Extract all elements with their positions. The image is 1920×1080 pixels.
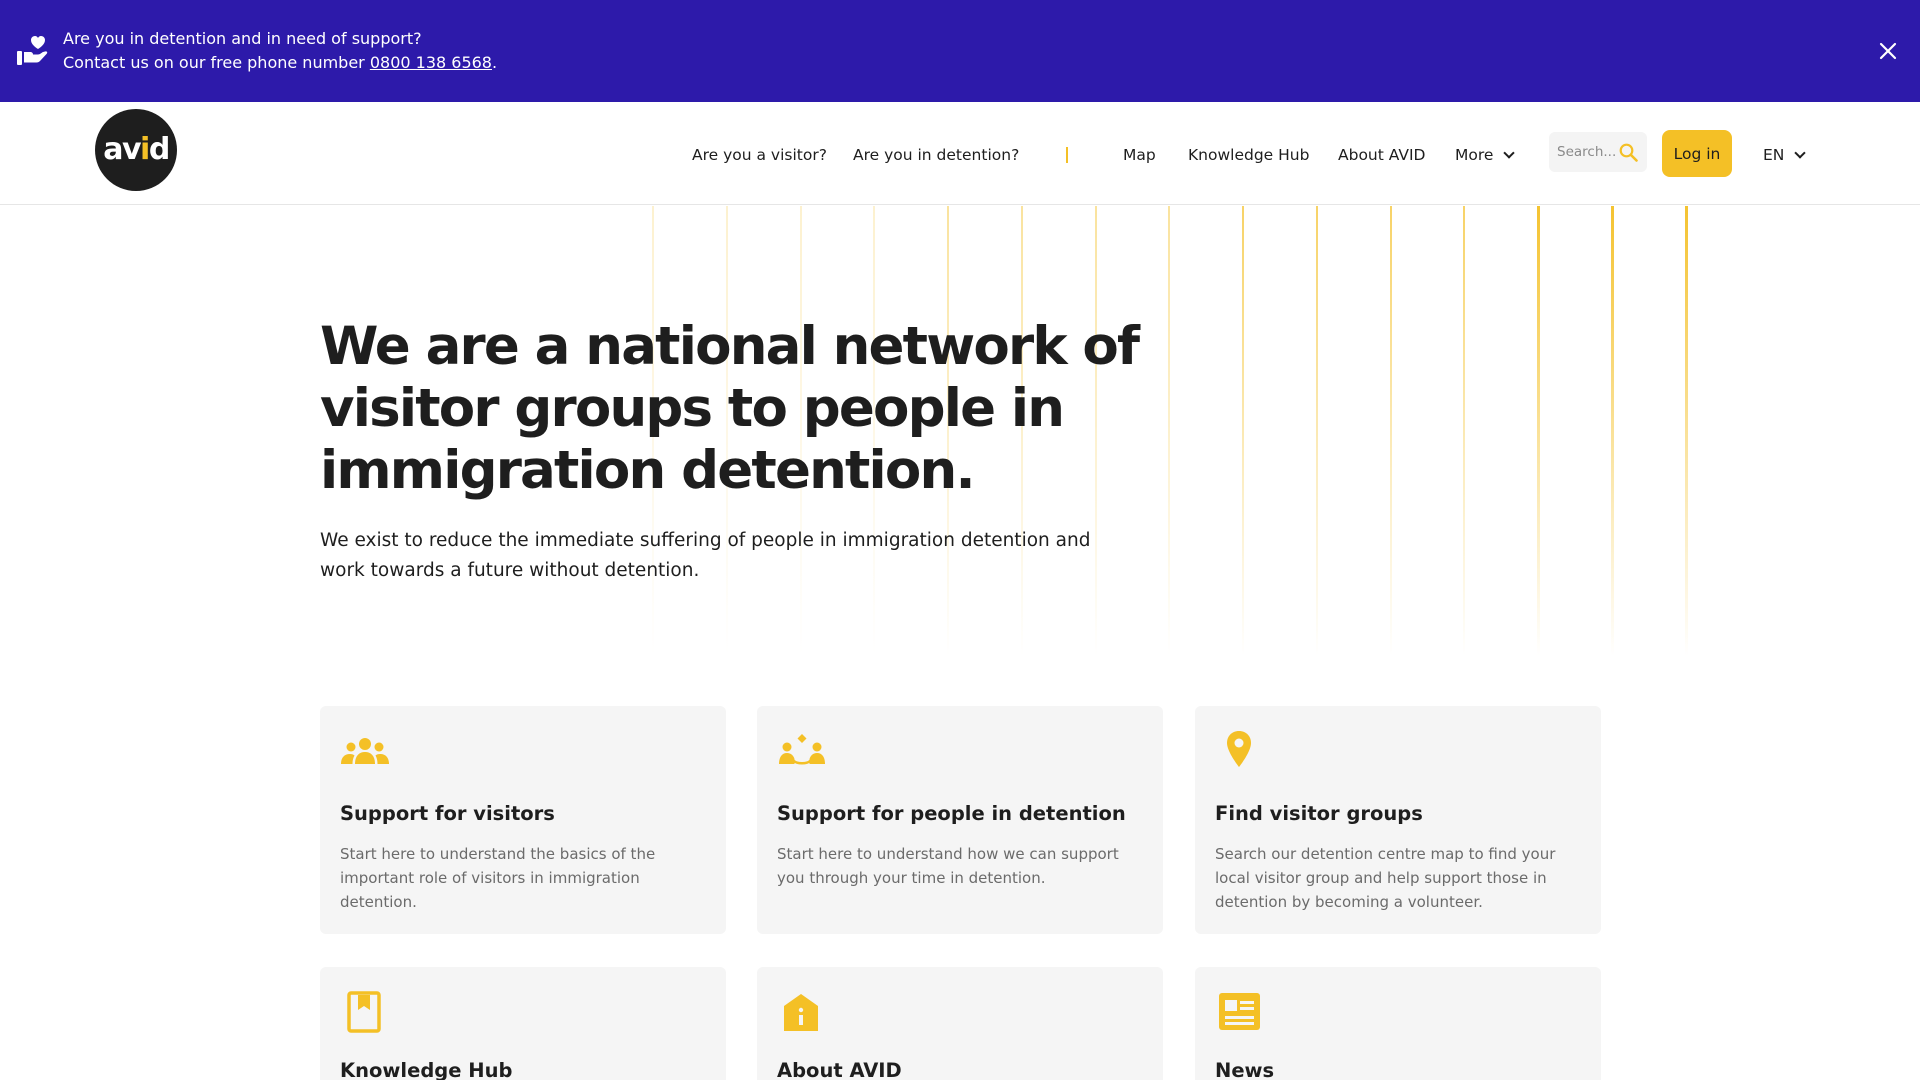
language-label: EN xyxy=(1763,146,1785,164)
chevron-down-icon xyxy=(1503,147,1516,159)
nav-detention[interactable]: Are you in detention? xyxy=(853,143,1019,167)
info-house-icon xyxy=(784,994,818,1031)
card-description: Start here to understand how we can supp… xyxy=(777,845,1119,887)
search-box[interactable] xyxy=(1549,132,1647,172)
hero-subtitle: We exist to reduce the immediate sufferi… xyxy=(320,530,1091,581)
card-title: Support for people in detention xyxy=(777,802,1126,825)
card-support-for-visitors[interactable]: Support for visitors Start here to under… xyxy=(320,706,726,934)
language-selector[interactable]: EN xyxy=(1763,143,1807,167)
card-find-visitor-groups[interactable]: Find visitor groups Search our detention… xyxy=(1195,706,1601,934)
logo-text-end: d xyxy=(148,132,170,167)
card-about-avid[interactable]: About AVID xyxy=(757,967,1163,1080)
map-pin-icon xyxy=(1227,731,1251,767)
newspaper-icon xyxy=(1219,993,1260,1030)
banner-message: Are you in detention and in need of supp… xyxy=(63,27,497,75)
phone-number-link[interactable]: 0800 138 6568 xyxy=(370,53,492,72)
logo-text-start: av xyxy=(103,132,141,167)
close-icon[interactable] xyxy=(1877,40,1899,62)
nav-about-avid[interactable]: About AVID xyxy=(1338,143,1425,167)
login-button[interactable]: Log in xyxy=(1662,130,1732,177)
nav-knowledge-hub[interactable]: Knowledge Hub xyxy=(1188,143,1309,167)
group-of-people-icon xyxy=(341,738,389,764)
card-support-for-people-in-detention[interactable]: Support for people in detention Start he… xyxy=(757,706,1163,934)
chevron-down-icon xyxy=(1794,147,1807,159)
card-title: News xyxy=(1215,1059,1275,1080)
card-description: Search our detention centre map to find … xyxy=(1215,845,1556,911)
banner-contact-suffix: . xyxy=(491,53,498,72)
search-input[interactable] xyxy=(1557,132,1617,172)
support-banner: Are you in detention and in need of supp… xyxy=(0,0,1920,102)
card-knowledge-hub[interactable]: Knowledge Hub xyxy=(320,967,726,1080)
card-title: Find visitor groups xyxy=(1215,802,1423,825)
heart-in-hand-icon xyxy=(17,36,48,65)
card-title: About AVID xyxy=(777,1059,902,1080)
nav-visitor[interactable]: Are you a visitor? xyxy=(692,143,827,167)
hero-title: We are a national network of visitor gro… xyxy=(320,316,1140,501)
card-title: Support for visitors xyxy=(340,802,555,825)
banner-question: Are you in detention and in need of supp… xyxy=(63,29,422,48)
banner-contact-text: Contact us on our free phone number xyxy=(63,53,370,72)
nav-divider xyxy=(1066,147,1068,163)
site-header: avid Are you a visitor? Are you in deten… xyxy=(0,102,1920,205)
nav-more-label: More xyxy=(1455,146,1494,164)
logo-text-accent: i xyxy=(140,132,150,167)
avid-logo[interactable]: avid xyxy=(95,109,177,191)
bookmark-book-icon xyxy=(347,991,381,1033)
nav-map[interactable]: Map xyxy=(1123,143,1156,167)
people-support-icon xyxy=(779,734,825,765)
card-news[interactable]: News xyxy=(1195,967,1601,1080)
card-description: Start here to understand the basics of t… xyxy=(340,845,656,911)
nav-more-dropdown[interactable]: More xyxy=(1455,143,1516,167)
card-title: Knowledge Hub xyxy=(340,1059,513,1080)
banner-contact-line: Contact us on our free phone number 0800… xyxy=(63,51,497,75)
search-icon[interactable] xyxy=(1619,143,1638,162)
